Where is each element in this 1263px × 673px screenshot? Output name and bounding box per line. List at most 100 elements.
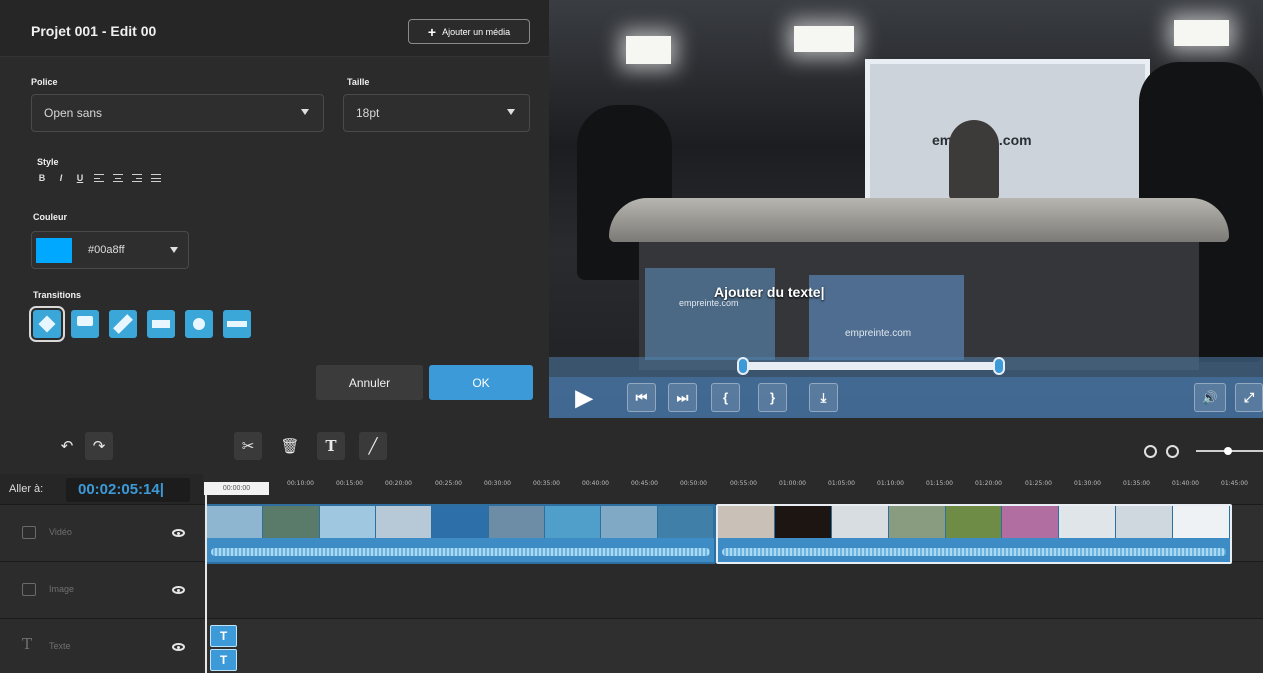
track-header-video: Vidéo (0, 504, 203, 561)
pen-icon[interactable]: ╱ (359, 432, 387, 460)
text-tool-icon[interactable]: T (317, 432, 345, 460)
ruler-tick: 01:40:00 (1172, 480, 1199, 487)
bold-button[interactable]: B (37, 173, 47, 183)
add-media-label: Ajouter un média (442, 26, 511, 37)
ruler-tick: 00:55:00 (730, 480, 757, 487)
trim-start-handle[interactable] (737, 357, 749, 375)
ok-button[interactable]: OK (429, 365, 533, 400)
caret-down-icon (170, 247, 178, 253)
ruler-tick: 00:50:00 (680, 480, 707, 487)
ruler-tick: 00:35:00 (533, 480, 560, 487)
fullscreen-icon[interactable]: ⤢ (1235, 383, 1263, 412)
transition-wipe-icon[interactable] (71, 310, 99, 338)
trim-end-handle[interactable] (993, 357, 1005, 375)
eye-icon[interactable] (172, 586, 185, 594)
play-icon[interactable]: ▶ (566, 383, 602, 412)
text-lane[interactable] (203, 618, 1263, 673)
font-select[interactable]: Open sans (31, 94, 324, 132)
ruler-tick: 00:40:00 (582, 480, 609, 487)
scissors-icon[interactable]: ✂ (234, 432, 262, 460)
time-ruler[interactable]: 00:10:00 00:15:00 00:20:00 00:25:00 00:3… (203, 474, 1263, 504)
playhead-time[interactable]: 00:00:00 (204, 482, 269, 495)
size-value: 18pt (356, 106, 380, 120)
align-center-icon[interactable] (113, 174, 123, 182)
audio-waveform (211, 548, 710, 556)
ruler-tick: 01:45:00 (1221, 480, 1248, 487)
cancel-button[interactable]: Annuler (316, 365, 423, 400)
font-value: Open sans (44, 106, 103, 120)
align-justify-icon[interactable] (151, 174, 161, 182)
ruler-tick: 01:20:00 (975, 480, 1002, 487)
properties-panel: Projet 001 - Edit 00 + Ajouter un média … (0, 0, 549, 418)
mark-out-icon[interactable]: } (758, 383, 787, 412)
color-swatch (36, 238, 72, 263)
caret-down-icon (301, 109, 309, 115)
audio-waveform (722, 548, 1226, 556)
text-icon: T (22, 635, 33, 653)
size-select[interactable]: 18pt (343, 94, 530, 132)
desk-top (609, 198, 1229, 242)
ruler-tick: 01:25:00 (1025, 480, 1052, 487)
undo-icon[interactable]: ↶ (53, 432, 81, 460)
zoom-in-icon[interactable] (1166, 445, 1179, 458)
text-clip[interactable]: T (210, 649, 237, 671)
track-name: Texte (49, 641, 71, 651)
skip-forward-icon[interactable]: ⏭ (668, 383, 697, 412)
timeline-toolbar: ↶ ↷ ✂ 🗑 T ╱ (0, 418, 1263, 474)
video-clip-selected[interactable] (716, 504, 1232, 564)
ruler-tick: 01:10:00 (877, 480, 904, 487)
italic-button[interactable]: I (56, 173, 66, 183)
add-media-button[interactable]: + Ajouter un média (408, 19, 530, 44)
color-hex-value: #00a8ff (88, 244, 125, 256)
align-right-icon[interactable] (132, 174, 142, 182)
ruler-tick: 00:45:00 (631, 480, 658, 487)
track-header-text: T Texte (0, 618, 203, 673)
mark-in-icon[interactable]: { (711, 383, 740, 412)
transition-slide-icon[interactable] (147, 310, 175, 338)
transition-circle-icon[interactable] (185, 310, 213, 338)
video-preview[interactable]: empreinte.com empreinte.com empreinte.co… (549, 0, 1263, 418)
image-lane[interactable] (203, 561, 1263, 618)
goto-label: Aller à: (9, 483, 44, 495)
playhead-line[interactable] (205, 495, 207, 673)
volume-icon[interactable]: 🔊 (1194, 383, 1226, 412)
ruler-tick: 00:25:00 (435, 480, 462, 487)
color-select[interactable]: #00a8ff (31, 231, 189, 269)
trash-icon[interactable]: 🗑 (276, 432, 304, 460)
desk-logo-panel (809, 275, 964, 360)
desk-brand-text: empreinte.com (845, 328, 912, 339)
redo-icon[interactable]: ↷ (85, 432, 113, 460)
presenter-on-screen (949, 120, 999, 200)
underline-button[interactable]: U (75, 173, 85, 183)
transition-diagonal-icon[interactable] (109, 310, 137, 338)
ruler-tick: 00:30:00 (484, 480, 511, 487)
insert-down-icon[interactable]: ⤓ (809, 383, 838, 412)
zoom-out-icon[interactable] (1144, 445, 1157, 458)
clip-thumbnails (718, 506, 1230, 538)
ruler-tick: 00:15:00 (336, 480, 363, 487)
goto-row: Aller à: 00:02:05:14| (0, 474, 203, 504)
player-controls: ▶ ⏮ ⏭ { } ⤓ 🔊 ⤢ (549, 377, 1263, 418)
style-label: Style (37, 157, 59, 167)
caret-down-icon (507, 109, 515, 115)
video-clip[interactable] (205, 504, 716, 564)
panel-header: Projet 001 - Edit 00 + Ajouter un média (0, 0, 549, 57)
goto-time-input[interactable]: 00:02:05:14| (66, 478, 190, 502)
eye-icon[interactable] (172, 529, 185, 537)
align-left-icon[interactable] (94, 174, 104, 182)
color-label: Couleur (33, 212, 68, 222)
style-toolbar: B I U (37, 173, 161, 183)
trim-range[interactable] (739, 362, 1001, 370)
ruler-tick: 01:00:00 (779, 480, 806, 487)
project-title: Projet 001 - Edit 00 (31, 23, 157, 39)
track-name: Vidéo (49, 527, 72, 537)
text-overlay[interactable]: Ajouter du texte| (714, 284, 824, 300)
eye-icon[interactable] (172, 643, 185, 651)
zoom-slider-knob[interactable] (1224, 447, 1232, 455)
ruler-tick: 01:35:00 (1123, 480, 1150, 487)
text-clip[interactable]: T (210, 625, 237, 647)
track-name: Image (49, 584, 75, 594)
transition-split-icon[interactable] (223, 310, 251, 338)
skip-back-icon[interactable]: ⏮ (627, 383, 656, 412)
transition-fade-icon[interactable] (29, 306, 65, 342)
